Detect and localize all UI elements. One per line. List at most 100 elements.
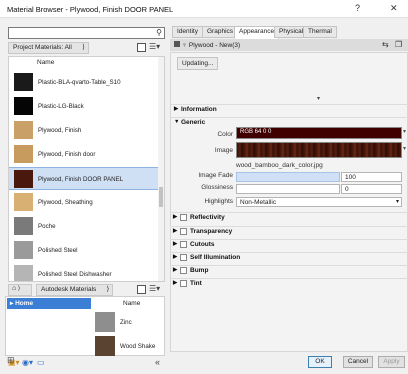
section-label: Generic [181,119,206,126]
tab-label: Appearance [239,28,275,35]
section-transparency[interactable]: ▶ Transparency [170,226,408,236]
material-thumbnail [14,97,33,115]
tab-identity[interactable]: Identity [172,26,203,38]
material-list-item[interactable]: Plywood, Finish [9,119,164,142]
reflectivity-checkbox[interactable] [180,214,187,221]
section-self-illumination[interactable]: ▶ Self Illumination [170,252,408,262]
section-cutouts[interactable]: ▶ Cutouts [170,239,408,249]
tree-item-label: Home [15,300,34,307]
chevron-right-icon: ⟩ [106,286,110,293]
material-list-item[interactable]: Polished Steel Dishwasher [9,263,164,281]
color-field[interactable]: RGB 64 0 0 [236,127,402,139]
material-browser-panel: ⚲ Project Materials: All ⟩ ☰▾ Name Plast… [5,22,165,374]
material-list-item[interactable]: Plywood, Finish DOOR PANEL [9,167,164,190]
show-hide-library-button[interactable] [137,43,146,52]
section-reflectivity[interactable]: ▶ Reflectivity [170,212,408,222]
material-thumbnail [14,170,33,188]
material-list-item[interactable]: Poche [9,215,164,238]
close-button[interactable]: ✕ [390,3,398,14]
color-value: RGB 64 0 0 [240,129,272,135]
expand-arrow-icon: ▶ [173,267,178,273]
person-icon: ♀ [182,42,187,49]
asset-thumbnail [95,312,115,332]
tint-checkbox[interactable] [180,280,187,287]
search-icon[interactable]: ⚲ [156,28,162,37]
image-label: Image [214,147,233,154]
material-name: Poche [38,223,56,230]
chevron-down-icon: ▾ [395,199,399,205]
material-name: Plywood, Finish [38,127,82,134]
search-input[interactable]: ⚲ [8,27,165,39]
image-fade-value[interactable]: 100 [341,172,402,182]
library-asset-item[interactable]: Zinc [95,311,160,334]
home-button[interactable]: ⌂ ⟩ [8,284,32,296]
material-list-item[interactable]: Plywood, Sheathing [9,191,164,214]
image-fade-slider[interactable] [236,172,340,182]
image-fade-label: Image Fade [198,172,233,179]
material-list-item[interactable]: Plastic-BLA-qvarto-Table_S10 [9,71,164,94]
tab-graphics[interactable]: Graphics [202,26,239,38]
section-generic[interactable]: ▼ Generic [171,117,408,127]
thumbnail-view-icon[interactable]: ⊞ [7,355,15,366]
asset-name: ♀ Plywood - New(3) [174,41,240,49]
material-thumbnail [14,145,33,163]
material-thumbnail [14,121,33,139]
help-button[interactable]: ? [355,3,360,13]
asset-name-text: Plywood - New(3) [188,42,241,49]
material-thumbnail [14,73,33,91]
section-label: Reflectivity [190,214,225,221]
collapse-arrow-icon: ▼ [174,119,180,125]
color-options-icon[interactable]: ▾ [403,128,406,135]
material-editor-panel: Identity Graphics Appearance Physical Th… [170,22,408,352]
material-list-item[interactable]: Polished Steel [9,239,164,262]
list-view-icon[interactable]: ☰▾ [149,284,160,293]
asset-name: Zinc [120,319,132,326]
apply-button[interactable]: Apply [378,356,405,368]
material-thumbnail [14,241,33,259]
expand-arrow-icon: ▶ [173,241,178,247]
filter-label: Project Materials: All [13,44,72,51]
chevron-right-icon: ⟩ [16,286,21,292]
cancel-button[interactable]: Cancel [343,356,373,368]
highlights-select[interactable]: Non-Metallic ▾ [236,197,402,207]
chevron-right-icon: ⟩ [82,44,85,51]
image-filename[interactable]: wood_bamboo_dark_color.jpg [236,162,323,169]
library-panel-toggle-button[interactable] [137,285,146,294]
duplicate-asset-icon[interactable]: ❐ [395,40,402,49]
asset-name: Wood Shake [120,343,156,350]
tab-thermal[interactable]: Thermal [303,26,337,38]
image-texture-preview[interactable] [236,142,402,158]
section-label: Bump [190,267,209,274]
ok-label: OK [315,358,325,365]
material-list-item[interactable]: Plywood, Finish door [9,143,164,166]
preview-options-caret-icon[interactable]: ▾ [317,95,320,102]
section-tint[interactable]: ▶ Tint [170,278,408,288]
autodesk-materials-breadcrumb[interactable]: Autodesk Materials ⟩ [36,284,114,296]
section-bump[interactable]: ▶ Bump [170,265,408,275]
library-tree-item-home[interactable]: ▸ Home [7,298,91,309]
image-fade-number: 100 [345,174,356,181]
bump-checkbox[interactable] [180,267,187,274]
self-illumination-checkbox[interactable] [180,254,187,261]
cutouts-checkbox[interactable] [180,241,187,248]
project-materials-filter[interactable]: Project Materials: All ⟩ [8,42,89,54]
image-options-icon[interactable]: ▾ [403,145,406,152]
glossiness-slider[interactable] [236,184,340,194]
name-column-header[interactable]: Name [123,300,140,307]
updating-preview-button[interactable]: Updating... [177,57,219,70]
material-name: Plastic-LG-Black [38,103,84,110]
ok-button[interactable]: OK [308,356,332,368]
breadcrumb-label: Autodesk Materials [41,286,97,293]
materials-scrollbar[interactable] [158,57,164,281]
library-nav-bar: ⌂ ⟩ Autodesk Materials ⟩ ☰▾ [8,284,165,296]
section-information[interactable]: ▶ Information [171,104,408,114]
transparency-checkbox[interactable] [180,228,187,235]
tab-appearance[interactable]: Appearance [234,26,280,39]
section-label: Tint [190,280,202,287]
material-list-item[interactable]: Plastic-LG-Black [9,95,164,118]
name-column-header[interactable]: Name [37,59,54,66]
list-view-icon[interactable]: ☰▾ [149,42,160,51]
library-panel: ▸ Home Name Zinc Wood Shake [5,296,165,356]
replace-asset-icon[interactable]: ⇆ [382,40,389,49]
glossiness-value[interactable]: 0 [341,184,402,194]
